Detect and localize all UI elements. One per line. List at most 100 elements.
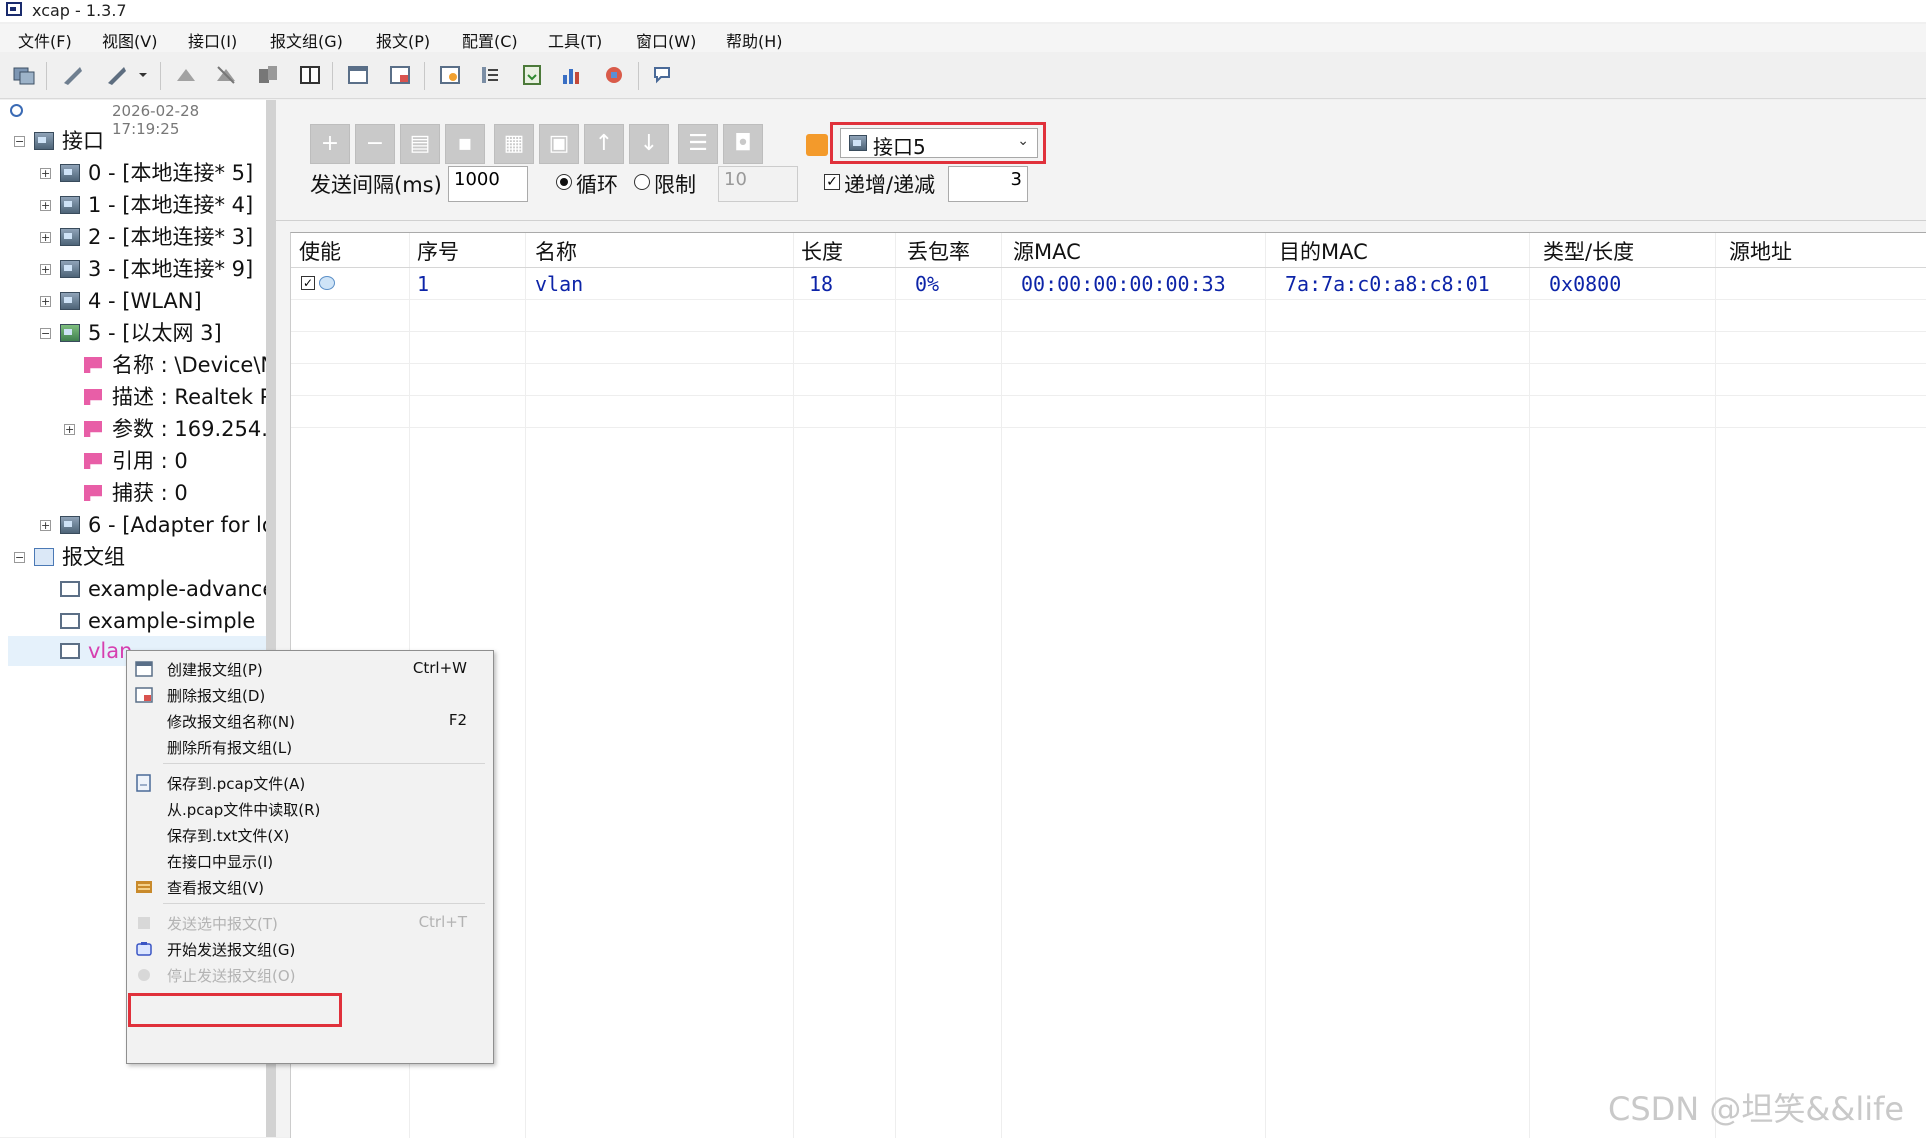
remove-packet-button[interactable]: − [355, 124, 395, 164]
network-card-icon [60, 228, 80, 246]
expand-icon[interactable]: + [40, 200, 51, 211]
incdec-checkbox[interactable]: ✓ [824, 174, 840, 190]
add-packet-button[interactable]: + [310, 124, 350, 164]
column-header-loss[interactable]: 丢包率 [907, 237, 970, 267]
menu-item-start-sending[interactable]: 开始发送报文组(G) [127, 935, 493, 963]
expand-icon[interactable]: + [40, 296, 51, 307]
menu-item-send-selected[interactable]: 发送选中报文(T) Ctrl+T [127, 909, 493, 937]
expand-icon[interactable]: + [40, 264, 51, 275]
flag-icon [84, 485, 102, 501]
menu-interface[interactable]: 接口(I) [188, 28, 237, 52]
menu-item-stop-sending[interactable]: 停止发送报文组(O) [127, 961, 493, 989]
menu-view[interactable]: 视图(V) [102, 28, 157, 52]
packet-group-icon [60, 643, 80, 659]
incdec-label: 递增/递减 [844, 173, 936, 197]
export-icon[interactable] [256, 63, 280, 87]
menu-group[interactable]: 报文组(G) [270, 28, 343, 52]
incdec-input[interactable]: 3 [948, 166, 1028, 202]
menu-tools[interactable]: 工具(T) [548, 28, 602, 52]
connect-dropdown-icon[interactable] [104, 63, 128, 87]
expand-icon[interactable]: + [64, 424, 75, 435]
tree-node-label: 描述 : Realtek P [112, 385, 273, 409]
watermark: CSDN @坦笑&&life [1608, 1090, 1905, 1128]
package-icon[interactable] [602, 63, 626, 87]
stop-capture-icon[interactable] [214, 63, 238, 87]
collapse-icon[interactable]: − [40, 328, 51, 339]
list-icon[interactable] [478, 63, 502, 87]
cell-loss: 0% [915, 272, 940, 296]
cell-length: 18 [809, 272, 834, 296]
menu-config[interactable]: 配置(C) [462, 28, 518, 52]
toolbar-separator [160, 62, 161, 90]
main-area: + − ▤ ▪ ▦ ▣ ↑ ↓ ☰ ◘ 接口5 ⌄ 发送间隔(ms) 1000 … [276, 100, 1926, 1138]
save-icon[interactable] [520, 63, 544, 87]
menu-item-label: 修改报文组名称(N) [167, 713, 295, 731]
book-icon[interactable] [298, 63, 322, 87]
window1-icon[interactable] [346, 63, 370, 87]
menu-item-label: 从.pcap文件中读取(R) [167, 801, 321, 819]
column-header-name[interactable]: 名称 [535, 237, 577, 267]
tree-node-label: 报文组 [62, 545, 125, 569]
menu-item-save-pcap[interactable]: 保存到.pcap文件(A) [127, 769, 493, 797]
column-header-src-mac[interactable]: 源MAC [1013, 237, 1081, 267]
toolbar [0, 54, 1926, 99]
interfaces-icon[interactable] [12, 63, 36, 87]
menu-item-delete-all-groups[interactable]: 删除所有报文组(L) [127, 733, 493, 761]
toolbar-separator [46, 62, 47, 90]
menu-help[interactable]: 帮助(H) [726, 28, 783, 52]
expand-icon[interactable]: + [40, 232, 51, 243]
menu-window[interactable]: 窗口(W) [636, 28, 696, 52]
menu-item-read-pcap[interactable]: 从.pcap文件中读取(R) [127, 795, 493, 823]
menu-item-label: 查看报文组(V) [167, 879, 264, 897]
menu-file[interactable]: 文件(F) [18, 28, 72, 52]
window3-icon[interactable] [438, 63, 462, 87]
row-divider [291, 427, 1926, 428]
column-header-length[interactable]: 长度 [801, 237, 843, 267]
limit-input[interactable]: 10 [718, 166, 798, 202]
menu-item-create-group[interactable]: 创建报文组(P) Ctrl+W [127, 655, 493, 683]
menu-item-label: 在接口中显示(I) [167, 853, 274, 871]
chat-icon[interactable] [652, 63, 676, 87]
column-header-index[interactable]: 序号 [417, 237, 459, 267]
packet-list-button[interactable]: ☰ [678, 124, 718, 164]
column-header-dst-mac[interactable]: 目的MAC [1279, 237, 1368, 267]
menu-item-label: 保存到.txt文件(X) [167, 827, 290, 845]
menu-item-save-txt[interactable]: 保存到.txt文件(X) [127, 821, 493, 849]
loop-radio[interactable] [556, 174, 572, 190]
column-divider [1001, 233, 1002, 1138]
loop-label: 循环 [576, 173, 618, 197]
move-up-button[interactable]: ↑ [584, 124, 624, 164]
paste-packet-button[interactable]: ▣ [539, 124, 579, 164]
connect-icon[interactable] [60, 63, 84, 87]
menu-item-show-in-interface[interactable]: 在接口中显示(I) [127, 847, 493, 875]
column-header-type[interactable]: 类型/长度 [1543, 237, 1634, 267]
collapse-icon[interactable]: − [14, 136, 25, 147]
menu-item-rename-group[interactable]: 修改报文组名称(N) F2 [127, 707, 493, 735]
send-button[interactable]: ◘ [723, 124, 763, 164]
limit-radio[interactable] [634, 174, 650, 190]
chart-icon[interactable] [560, 63, 584, 87]
column-header-enable[interactable]: 使能 [299, 237, 341, 267]
limit-label: 限制 [654, 173, 696, 197]
move-down-button[interactable]: ↓ [629, 124, 669, 164]
toolbar-separator [332, 62, 333, 90]
window2-icon[interactable] [388, 63, 412, 87]
chevron-down-icon[interactable] [136, 63, 150, 87]
menu-item-view-group[interactable]: 查看报文组(V) [127, 873, 493, 901]
expand-icon[interactable]: + [40, 520, 51, 531]
column-header-src-addr[interactable]: 源地址 [1729, 237, 1792, 267]
flag-icon [84, 421, 102, 437]
collapse-icon[interactable]: − [14, 552, 25, 563]
menu-packet[interactable]: 报文(P) [376, 28, 430, 52]
window-title: xcap - 1.3.7 [32, 1, 127, 20]
send-interval-input[interactable]: 1000 [448, 166, 528, 202]
menu-item-delete-group[interactable]: 删除报文组(D) [127, 681, 493, 709]
enable-checkbox[interactable]: ✓ [301, 276, 315, 290]
capture-icon[interactable] [174, 63, 198, 87]
menu-item-label: 创建报文组(P) [167, 661, 263, 679]
edit-packet-button[interactable]: ▤ [400, 124, 440, 164]
expand-icon[interactable]: + [40, 168, 51, 179]
network-card-icon [34, 132, 54, 150]
copy-packet-button[interactable]: ▦ [494, 124, 534, 164]
split-packet-button[interactable]: ▪ [445, 124, 485, 164]
